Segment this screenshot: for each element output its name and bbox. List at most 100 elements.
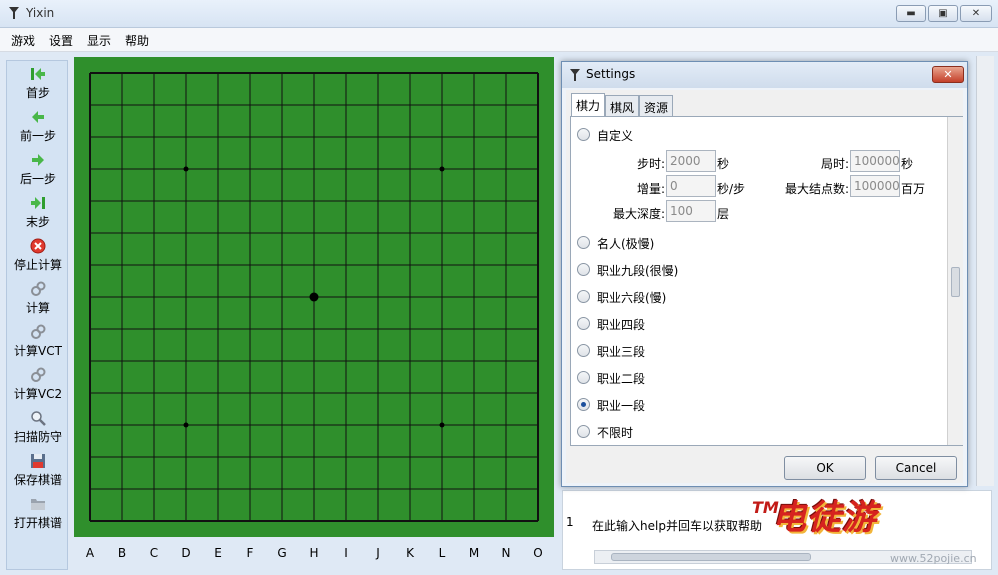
game-time-input[interactable]: 100000 (850, 150, 900, 172)
increment-input[interactable]: 0 (666, 175, 716, 197)
tool-label: 后一步 (19, 172, 56, 186)
radio-button[interactable] (577, 425, 590, 438)
tool-label: 计算VC2 (13, 387, 63, 401)
cancel-button[interactable]: Cancel (875, 456, 957, 480)
menu-bar: 游戏 设置 显示 帮助 (0, 28, 998, 52)
column-label: F (246, 546, 254, 560)
app-icon (570, 69, 580, 81)
menu-display[interactable]: 显示 (87, 32, 111, 49)
minimize-button[interactable]: ▬ (896, 5, 926, 22)
first-step-icon (31, 68, 45, 80)
radio-label: 职业二段 (597, 372, 646, 386)
radio-button[interactable] (577, 371, 590, 384)
star-point (309, 292, 319, 302)
column-label: J (376, 546, 380, 560)
star-point (439, 166, 445, 172)
column-label: D (181, 546, 191, 560)
gomoku-board[interactable] (74, 57, 554, 537)
tool-scan-defense[interactable]: 扫描防守 (7, 408, 69, 450)
radio-label: 职业九段(很慢) (597, 264, 679, 278)
console-input-hint[interactable]: 在此输入help并回车以获取帮助 (592, 517, 762, 534)
menu-settings[interactable]: 设置 (49, 32, 73, 49)
menu-game[interactable]: 游戏 (11, 32, 35, 49)
star-point (183, 422, 189, 428)
left-toolbar: 首步 前一步 后一步 末步 停止计算 计算 计算VCT 计算VC2 扫描防守 保… (6, 60, 68, 570)
radio-label: 职业一段 (597, 399, 646, 413)
radio-button[interactable] (577, 290, 590, 303)
tool-next-step[interactable]: 后一步 (7, 150, 69, 192)
maximize-button[interactable]: ▣ (928, 5, 958, 22)
column-label: H (309, 546, 319, 560)
radio-label: 职业四段 (597, 318, 646, 332)
column-label: I (344, 546, 348, 560)
max-depth-input[interactable]: 100 (666, 200, 716, 222)
tool-compute-vct[interactable]: 计算VCT (7, 322, 69, 364)
column-label: M (468, 546, 480, 560)
menu-help[interactable]: 帮助 (125, 32, 149, 49)
radio-button[interactable] (577, 344, 590, 357)
radio-button[interactable] (577, 236, 590, 249)
tool-first-step[interactable]: 首步 (7, 64, 69, 106)
app-icon (9, 7, 19, 19)
column-label: C (149, 546, 159, 560)
console-line-number: 1 (566, 515, 574, 529)
tool-label: 扫描防守 (13, 430, 62, 444)
open-folder-icon (31, 499, 45, 510)
title-bar: Yixin ▬ ▣ ✕ (0, 0, 998, 28)
max-nodes-input[interactable]: 1000000 (850, 175, 900, 197)
tool-compute[interactable]: 计算 (7, 279, 69, 321)
outer-vertical-scrollbar[interactable] (976, 56, 994, 486)
radio-label: 职业三段 (597, 345, 646, 359)
tool-stop[interactable]: 停止计算 (7, 236, 69, 278)
tool-label: 保存棋谱 (13, 473, 62, 487)
tool-save[interactable]: 保存棋谱 (7, 451, 69, 493)
radio-button[interactable] (577, 263, 590, 276)
board-grid[interactable] (74, 57, 554, 537)
tool-compute-vc2[interactable]: 计算VC2 (7, 365, 69, 407)
close-button[interactable]: ✕ (960, 5, 992, 22)
tool-prev-step[interactable]: 前一步 (7, 107, 69, 149)
dialog-title: Settings (586, 67, 636, 81)
game-time-unit: 秒 (901, 157, 914, 171)
radio-button[interactable] (577, 317, 590, 330)
last-step-icon (31, 197, 45, 209)
settings-dialog: Settings ✕ 棋力 棋风 资源 自定义 步时: 2000 秒 局时: 1… (561, 61, 968, 487)
column-label: K (406, 546, 414, 560)
tab-strength[interactable]: 棋力 (571, 93, 605, 117)
stop-icon (30, 238, 46, 254)
dialog-close-button[interactable]: ✕ (932, 66, 964, 83)
save-icon (31, 454, 45, 468)
watermark-logo: 电徒游 (772, 498, 877, 538)
scan-defense-icon (31, 411, 46, 426)
dialog-body: 棋力 棋风 资源 自定义 步时: 2000 秒 局时: 100000 秒 增量:… (566, 90, 963, 483)
column-label: B (117, 546, 127, 560)
tool-label: 末步 (25, 215, 50, 229)
radio-button-selected[interactable] (577, 398, 590, 411)
increment-unit: 秒/步 (717, 182, 746, 196)
tool-label: 首步 (25, 86, 50, 100)
tool-label: 打开棋谱 (13, 516, 62, 530)
step-time-unit: 秒 (717, 157, 730, 171)
ok-button[interactable]: OK (784, 456, 866, 480)
dialog-title-bar: Settings ✕ (562, 62, 967, 88)
radio-button[interactable] (577, 128, 590, 141)
column-label: O (533, 546, 543, 560)
star-point (439, 422, 445, 428)
step-time-input[interactable]: 2000 (666, 150, 716, 172)
tab-style[interactable]: 棋风 (605, 95, 639, 117)
column-label: L (438, 546, 446, 560)
game-time-label: 局时: (820, 157, 849, 171)
tool-open[interactable]: 打开棋谱 (7, 494, 69, 536)
radio-label: 自定义 (597, 129, 634, 143)
tool-last-step[interactable]: 末步 (7, 193, 69, 235)
settings-scrollbar[interactable] (947, 117, 963, 445)
max-depth-unit: 层 (717, 207, 730, 221)
compute-icon (31, 281, 46, 296)
radio-label: 不限时 (597, 426, 634, 440)
max-depth-label: 最大深度: (612, 207, 665, 221)
tab-resources[interactable]: 资源 (639, 95, 673, 117)
max-nodes-unit: 百万 (901, 182, 926, 196)
compute-vc2-icon (31, 367, 46, 382)
increment-label: 增量: (636, 182, 665, 196)
column-label: E (214, 546, 222, 560)
